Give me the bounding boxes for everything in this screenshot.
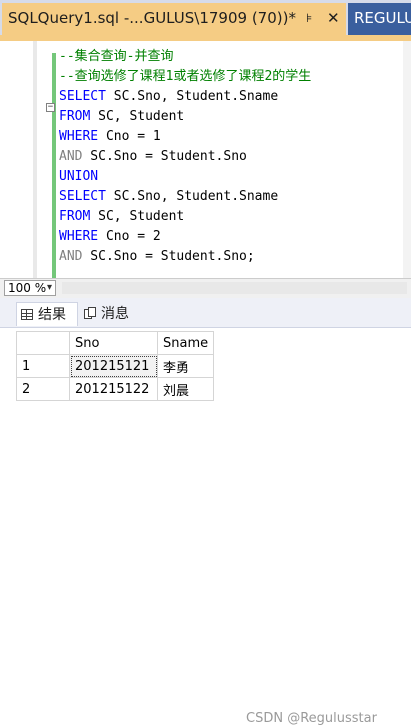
query-tab-title: SQLQuery1.sql -...GULUS\17909 (70))* [8, 9, 296, 27]
table-row[interactable]: 2 201215122 刘晨 [16, 377, 215, 401]
code-line[interactable]: FROM SC, Student [59, 207, 184, 227]
sql-keyword: SELECT [59, 189, 106, 204]
code-line[interactable]: SELECT SC.Sno, Student.Sname [59, 87, 278, 107]
sql-text: AND [59, 149, 83, 164]
watermark: CSDN @Regulusstar [246, 711, 377, 726]
vertical-scrollbar[interactable] [403, 41, 411, 278]
table-row[interactable]: 1 201215121 李勇 [16, 354, 215, 378]
sql-comment: --查询选修了课程1或者选修了课程2的学生 [59, 69, 312, 84]
code-line[interactable]: AND SC.Sno = Student.Sno; [59, 247, 255, 267]
change-tracking-bar [52, 53, 56, 278]
grid-header-row: Sno Sname [16, 331, 215, 355]
column-header-sname[interactable]: Sname [156, 331, 215, 355]
sql-text: SC.Sno = Student.Sno [82, 149, 247, 164]
sql-text: SC, Student [90, 209, 185, 224]
column-header-sno[interactable]: Sno [69, 331, 158, 355]
code-line[interactable]: --集合查询-并查询 [59, 47, 173, 67]
sql-text: Cno = 1 [98, 129, 161, 144]
tab-results[interactable]: 结果 [16, 302, 78, 326]
code-line[interactable]: UNION [59, 167, 98, 187]
results-pane: Sno Sname 1 201215121 李勇 2 201215122 刘晨 … [0, 328, 411, 726]
sql-keyword: SELECT [59, 89, 106, 104]
code-line[interactable]: WHERE Cno = 1 [59, 127, 161, 147]
sql-keyword: WHERE [59, 229, 99, 244]
sql-keyword: FROM [59, 209, 91, 224]
row-number-header[interactable] [16, 331, 70, 355]
tab-results-label: 结果 [38, 307, 66, 323]
zoom-dropdown[interactable]: 100 % ▾ [4, 280, 56, 296]
sql-text: SC.Sno, Student.Sname [105, 189, 279, 204]
sql-editor[interactable]: --集合查询-并查询 --查询选修了课程1或者选修了课程2的学生 SELECT SC… [0, 41, 411, 278]
sql-text: SC, Student [90, 109, 185, 124]
cell-sno[interactable]: 201215121 [69, 354, 158, 378]
cell-sname[interactable]: 刘晨 [156, 377, 215, 401]
sql-keyword: FROM [59, 109, 91, 124]
sql-text: Cno = 2 [98, 229, 161, 244]
code-line[interactable]: AND SC.Sno = Student.Sno [59, 147, 247, 167]
selection-margin [33, 41, 37, 278]
collapse-icon[interactable]: − [46, 103, 55, 112]
code-line[interactable]: --查询选修了课程1或者选修了课程2的学生 [59, 67, 311, 87]
document-tab-strip: SQLQuery1.sql -...GULUS\17909 (70))* ⊧ ✕… [0, 0, 411, 41]
sql-text: SC.Sno = Student.Sno; [82, 249, 255, 264]
code-line[interactable]: FROM SC, Student [59, 107, 184, 127]
chevron-down-icon: ▾ [46, 282, 52, 293]
pin-icon[interactable]: ⊧ [306, 11, 312, 25]
results-grid[interactable]: Sno Sname 1 201215121 李勇 2 201215122 刘晨 [16, 331, 215, 401]
sql-text: AND [59, 249, 83, 264]
row-number[interactable]: 1 [16, 354, 70, 378]
sql-keyword: UNION [59, 169, 99, 184]
tab-messages-label: 消息 [101, 306, 129, 322]
sql-text: SC.Sno, Student.Sname [105, 89, 279, 104]
results-tab-strip: 结果 消息 [0, 298, 411, 328]
grid-icon [21, 309, 33, 320]
sql-keyword: WHERE [59, 129, 99, 144]
code-line[interactable]: SELECT SC.Sno, Student.Sname [59, 187, 278, 207]
code-line[interactable]: WHERE Cno = 2 [59, 227, 161, 247]
zoom-bar: 100 % ▾ [0, 278, 411, 298]
tab-messages[interactable]: 消息 [80, 302, 142, 326]
close-icon[interactable]: ✕ [327, 9, 340, 27]
query-tab-active[interactable]: SQLQuery1.sql -...GULUS\17909 (70))* ⊧ ✕ [2, 3, 346, 35]
zoom-value: 100 % [8, 281, 47, 295]
cell-sno[interactable]: 201215122 [69, 377, 158, 401]
messages-icon [84, 307, 96, 319]
server-tab-title: REGULUS [354, 9, 411, 27]
sql-comment: --集合查询-并查询 [59, 49, 174, 64]
server-tab-inactive[interactable]: REGULUS [348, 3, 411, 35]
cell-sname[interactable]: 李勇 [156, 354, 215, 378]
row-number[interactable]: 2 [16, 377, 70, 401]
horizontal-scrollbar[interactable] [62, 282, 407, 294]
